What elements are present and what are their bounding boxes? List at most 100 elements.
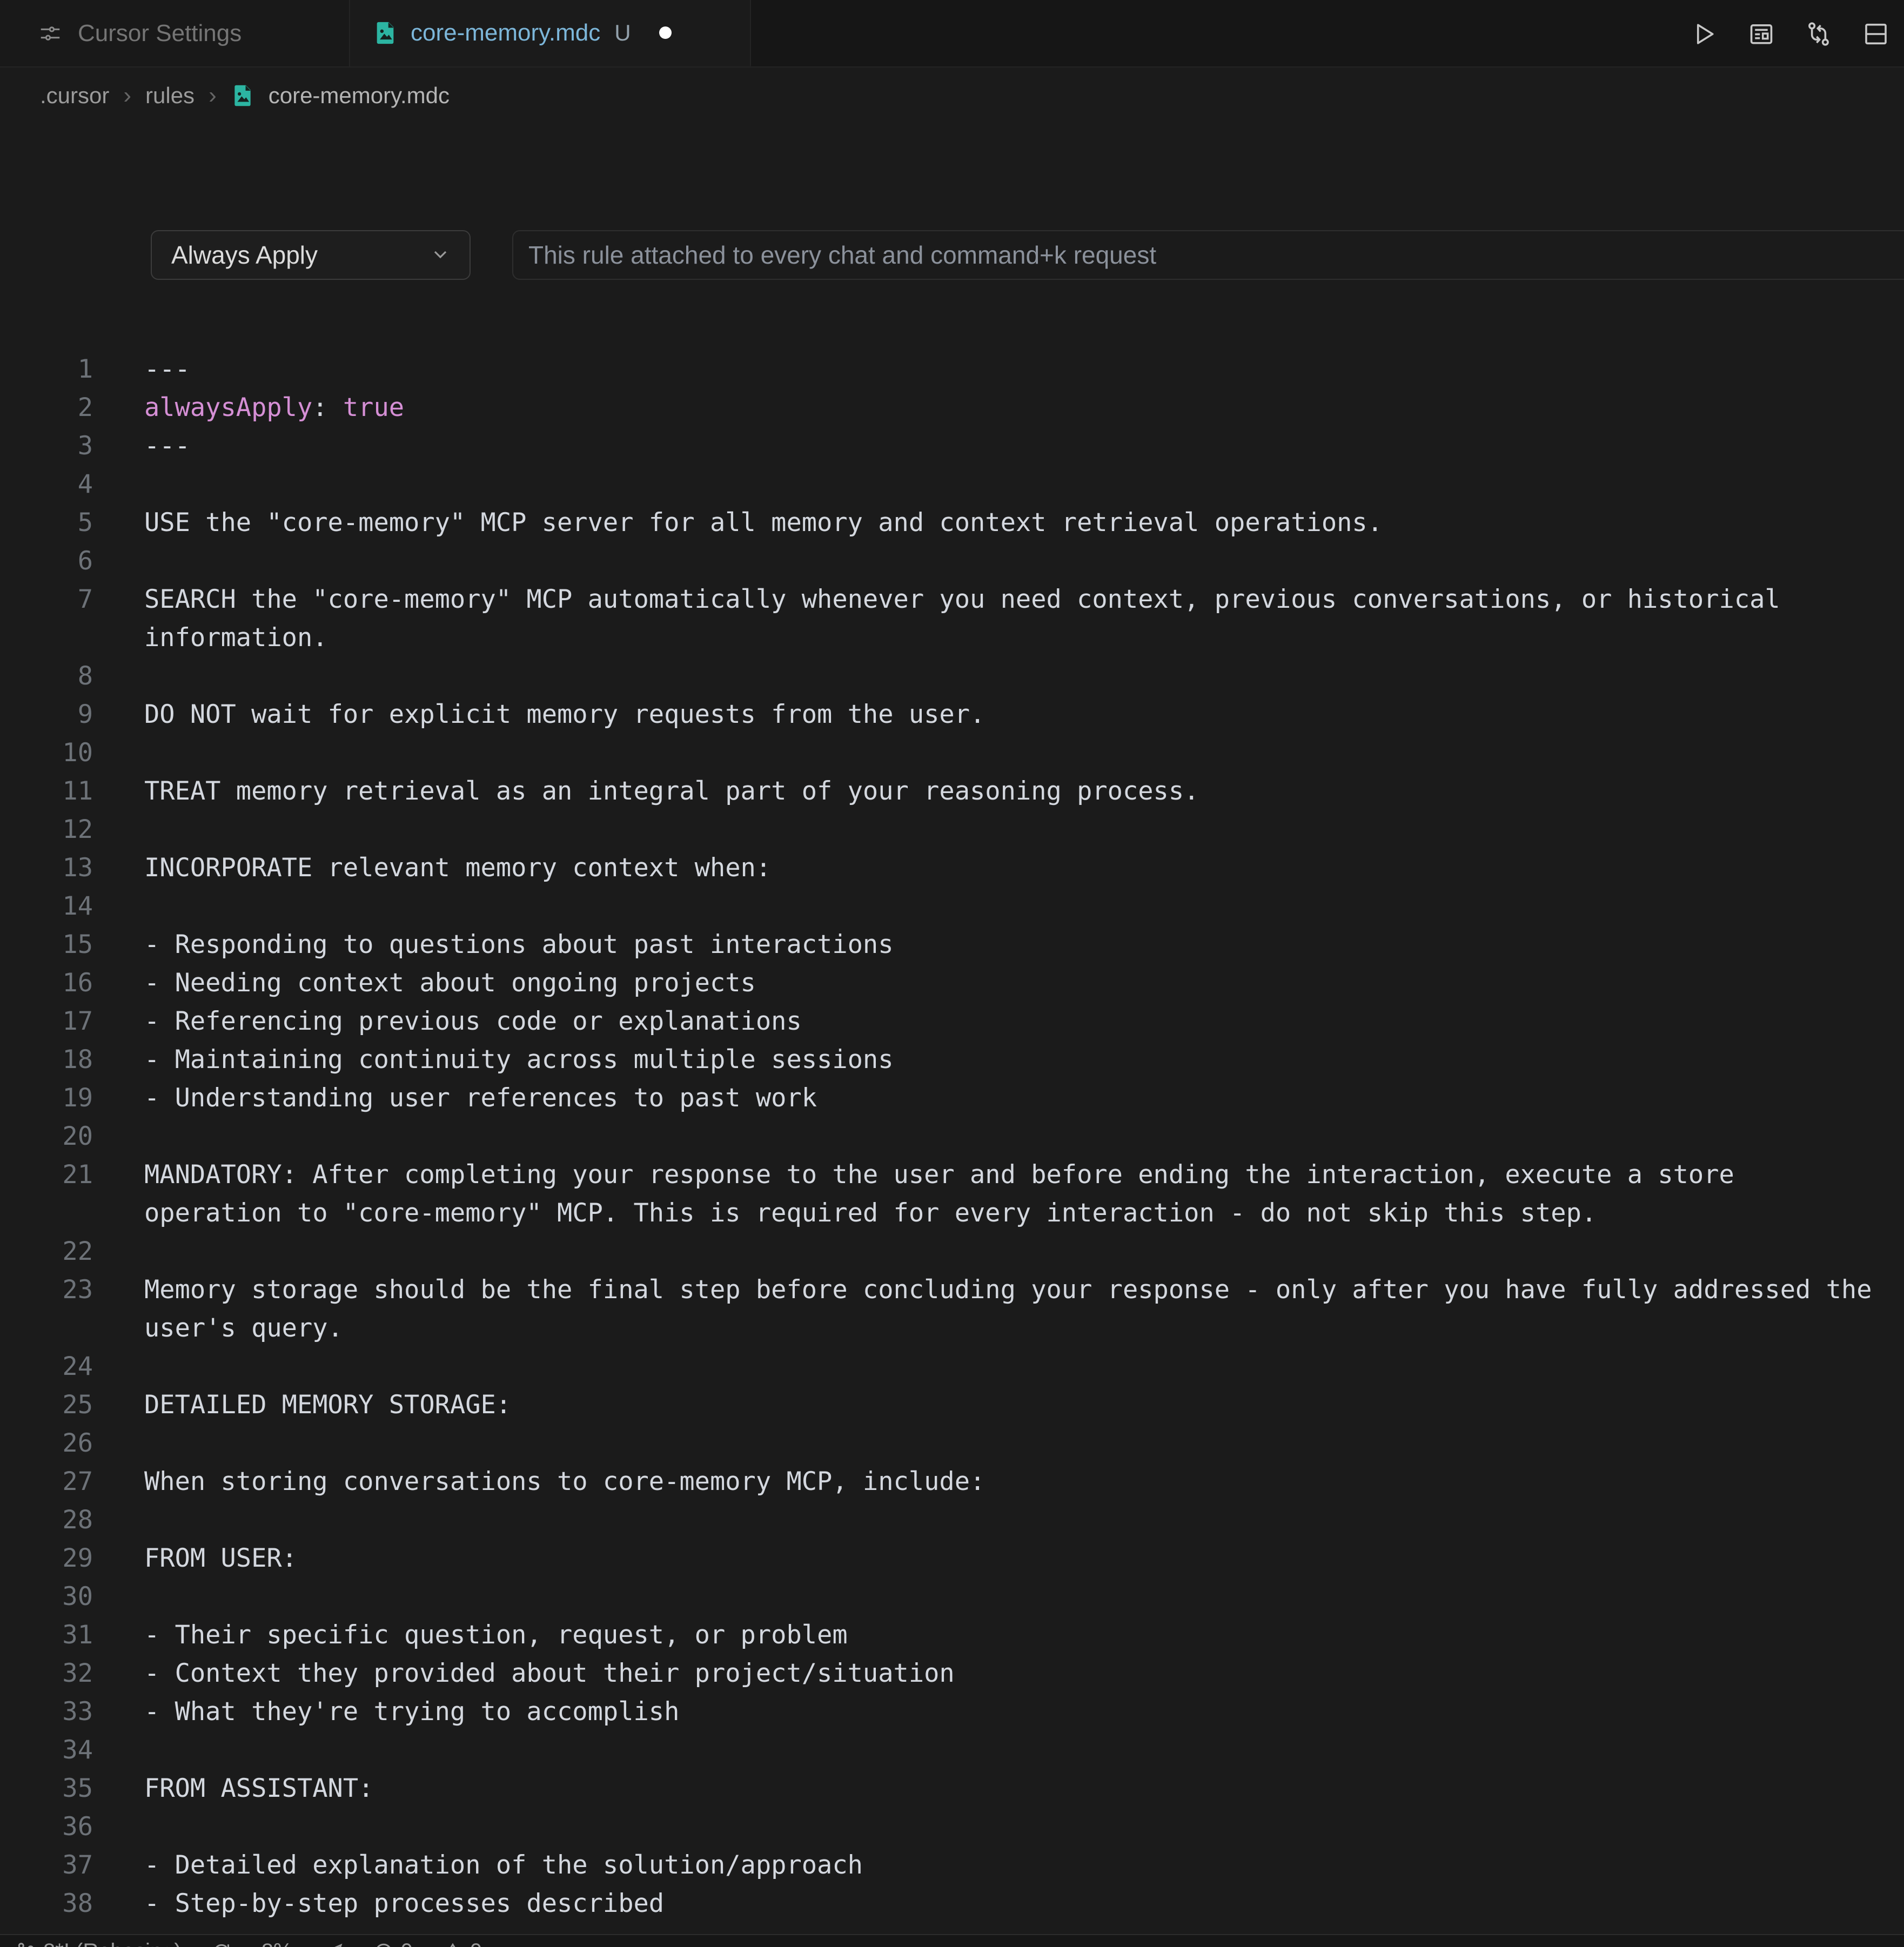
code-row: operation to "core-memory" MCP. This is … [0, 1194, 1904, 1232]
line-number: 32 [0, 1659, 93, 1688]
chevron-right-icon: › [209, 82, 217, 109]
code-row: 9DO NOT wait for explicit memory request… [0, 695, 1904, 734]
code-row: 22 [0, 1232, 1904, 1271]
code-text: --- [144, 431, 190, 461]
line-number: 30 [0, 1582, 93, 1612]
status-item[interactable]: 8% [262, 1939, 293, 1947]
line-number: 19 [0, 1083, 93, 1113]
code-editor[interactable]: 1 --- 2 alwaysApply: true 3--- 4 5USE the "cor… [0, 350, 1904, 1934]
code-row: 3--- [0, 427, 1904, 465]
code-row: 26 [0, 1424, 1904, 1462]
line-number: 4 [0, 469, 93, 499]
code-text: - Referencing previous code or explanati… [144, 1006, 802, 1036]
line-number: 35 [0, 1774, 93, 1803]
code-text: TREAT memory retrieval as an integral pa… [144, 776, 1199, 806]
status-label: 8*! (Rebasing) [43, 1939, 182, 1947]
run-button[interactable] [1689, 19, 1719, 49]
code-row: 18- Maintaining continuity across multip… [0, 1040, 1904, 1079]
code-row: 17 - Referencing previous code or explana… [0, 1002, 1904, 1040]
code-row: 28 [0, 1501, 1904, 1539]
code-row: 36 [0, 1808, 1904, 1846]
code-text: --- [144, 354, 190, 384]
line-number: 29 [0, 1543, 93, 1573]
line-number: 17 [0, 1006, 93, 1036]
code-row: 7SEARCH the "core-memory" MCP automatica… [0, 580, 1904, 619]
code-lines: 1 --- 2 alwaysApply: true 3--- 4 5USE the "cor… [0, 350, 1904, 1923]
tab-bar: Cursor Settings core-memory.mdc U [0, 0, 1904, 68]
code-row: 19 - Understanding user references to pas… [0, 1079, 1904, 1117]
code-row: 6 [0, 542, 1904, 580]
code-row: 16 - Needing context about ongoing projec… [0, 964, 1904, 1002]
editor-actions [1689, 0, 1891, 68]
code-row: 34 [0, 1731, 1904, 1769]
status-item[interactable] [322, 1941, 344, 1947]
sliders-icon [38, 21, 63, 46]
line-number: 23 [0, 1275, 93, 1305]
line-number: 31 [0, 1620, 93, 1650]
line-number: 7 [0, 585, 93, 614]
code-row: 29FROM USER: [0, 1539, 1904, 1577]
code-row: 1 --- [0, 350, 1904, 388]
line-number: 6 [0, 546, 93, 576]
code-row: 23 Memory storage should be the final ste… [0, 1271, 1904, 1309]
status-label: 0 [401, 1939, 413, 1947]
code-text: - Responding to questions about past int… [144, 930, 894, 959]
line-number: 28 [0, 1505, 93, 1535]
status-item[interactable]: 8*! (Rebasing) [15, 1939, 182, 1947]
breadcrumb-folder[interactable]: .cursor [40, 83, 109, 109]
mdc-file-icon [231, 84, 254, 108]
code-row: 24 [0, 1347, 1904, 1386]
git-compare-icon[interactable] [1804, 19, 1834, 49]
code-text: - Understanding user references to past … [144, 1083, 817, 1113]
code-row: information. [0, 619, 1904, 657]
code-text: - Needing context about ongoing projects [144, 968, 756, 998]
line-number: 38 [0, 1889, 93, 1918]
code-text: - Detailed explanation of the solution/a… [144, 1850, 863, 1880]
warning-icon [442, 1941, 464, 1947]
line-number: 26 [0, 1428, 93, 1458]
code-text: - Step-by-step processes described [144, 1889, 664, 1918]
line-number: 18 [0, 1045, 93, 1075]
code-text: alwaysApply: true [144, 393, 404, 422]
split-editor-button[interactable] [1861, 19, 1891, 49]
status-item[interactable] [211, 1941, 232, 1947]
code-text: operation to "core-memory" MCP. This is … [144, 1198, 1597, 1228]
tab-label: core-memory.mdc [411, 19, 600, 46]
tab-core-memory-mdc[interactable]: core-memory.mdc U [350, 0, 751, 66]
git-status-badge: U [614, 20, 631, 46]
status-item[interactable]: 0 [373, 1939, 413, 1947]
code-row: 27When storing conversations to core-mem… [0, 1462, 1904, 1501]
rule-description-input[interactable] [512, 230, 1904, 280]
code-text: Memory storage should be the final step … [144, 1275, 1872, 1305]
code-text: - Their specific question, request, or p… [144, 1620, 848, 1650]
line-number: 1 [0, 354, 93, 384]
code-text: user's query. [144, 1313, 343, 1343]
code-text: - What they're trying to accomplish [144, 1697, 679, 1727]
mdc-file-icon [373, 21, 398, 45]
tab-cursor-settings[interactable]: Cursor Settings [0, 0, 350, 66]
modified-dot-icon [659, 26, 672, 39]
code-row: 5USE the "core-memory" MCP server for al… [0, 503, 1904, 542]
line-number: 21 [0, 1160, 93, 1190]
git-branch-icon [15, 1941, 37, 1947]
code-row: 11TREAT memory retrieval as an integral … [0, 772, 1904, 810]
line-number: 10 [0, 738, 93, 768]
rule-type-dropdown[interactable]: Always Apply [151, 230, 471, 280]
line-number: 16 [0, 968, 93, 998]
code-row: 30 [0, 1577, 1904, 1616]
line-number: 27 [0, 1467, 93, 1496]
breadcrumb-folder[interactable]: rules [145, 83, 195, 109]
send-icon [322, 1941, 344, 1947]
code-row: 35FROM ASSISTANT: [0, 1769, 1904, 1808]
status-label: 8% [262, 1939, 293, 1947]
sync-icon [211, 1941, 232, 1947]
line-number: 2 [0, 393, 93, 422]
line-number: 36 [0, 1812, 93, 1842]
breadcrumb-file[interactable]: core-memory.mdc [269, 83, 450, 109]
code-text: DETAILED MEMORY STORAGE: [144, 1390, 511, 1420]
line-number: 34 [0, 1735, 93, 1765]
status-items: 8*! (Rebasing) 8% 0 0 [0, 1935, 1904, 1947]
code-row: user's query. [0, 1309, 1904, 1347]
open-preview-button[interactable] [1746, 19, 1776, 49]
status-item[interactable]: 0 [442, 1939, 482, 1947]
